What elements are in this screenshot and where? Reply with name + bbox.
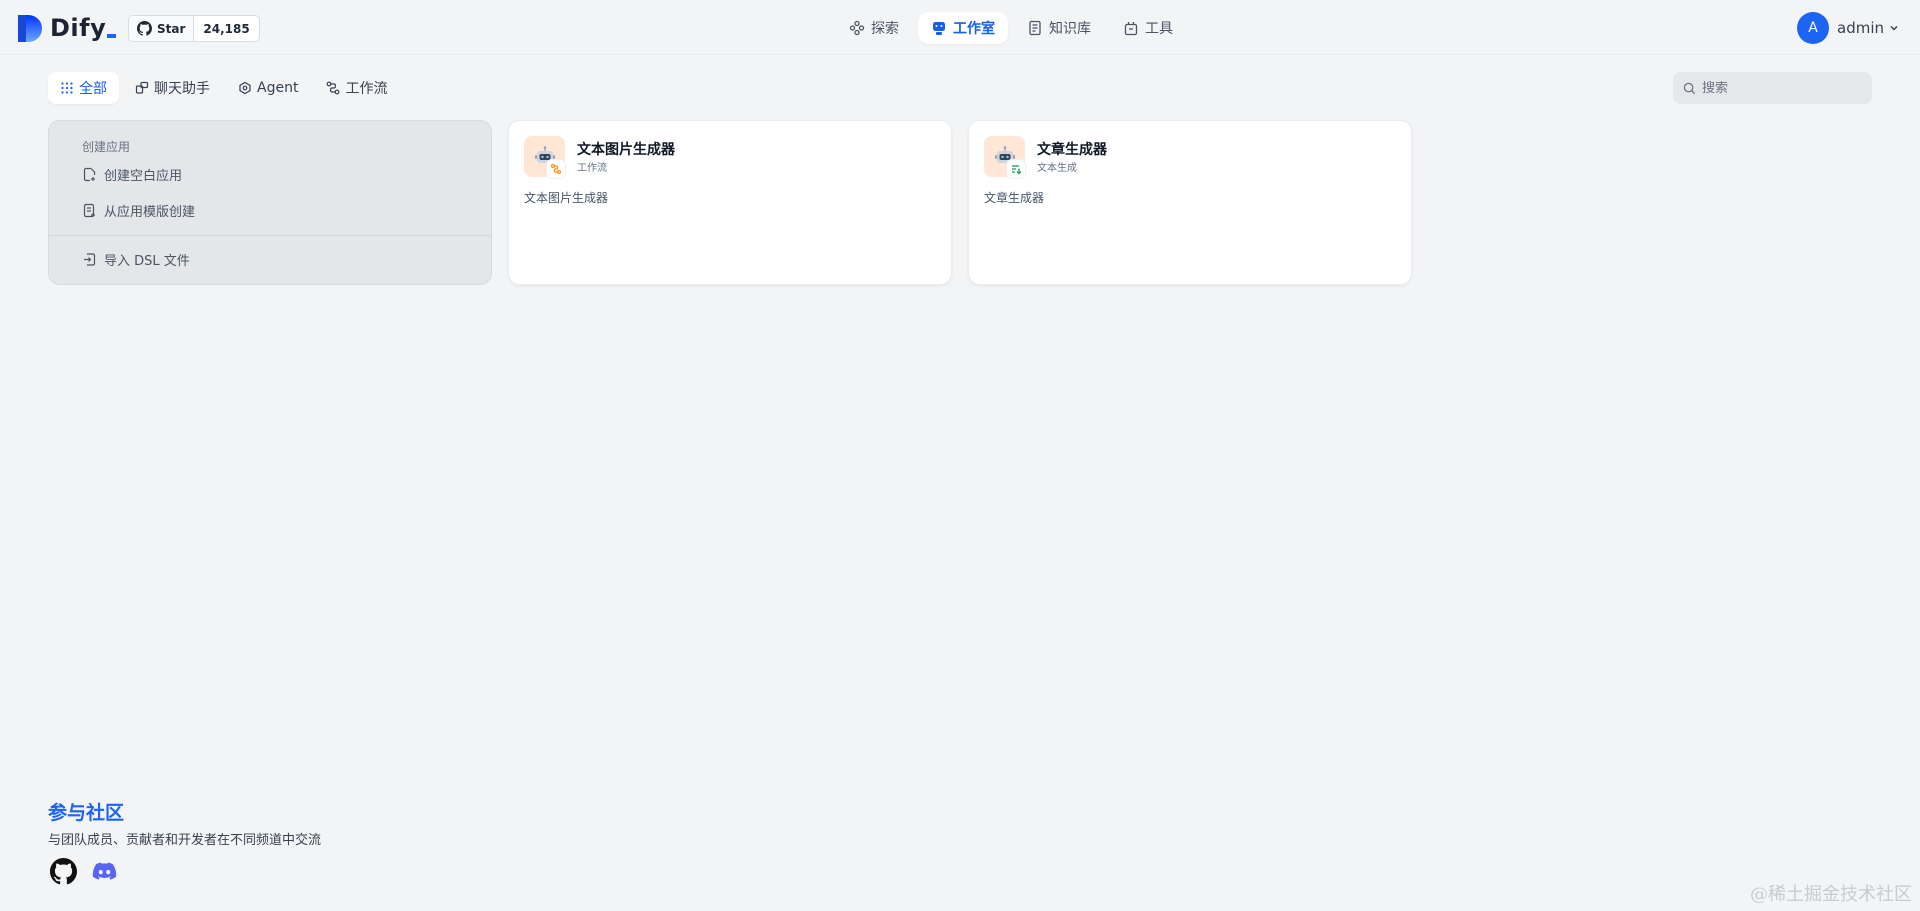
github-star-count[interactable]: 24,185 [194, 16, 258, 41]
discord-icon [92, 862, 117, 880]
blank-file-add-icon [83, 167, 96, 182]
nav-tools[interactable]: 工具 [1110, 12, 1186, 44]
app-type: 文本生成 [1037, 163, 1077, 174]
community-section: 参与社区 与团队成员、贡献者和开发者在不同频道中交流 [48, 798, 321, 848]
dify-logo-icon [18, 14, 42, 42]
tab-workflow[interactable]: 工作流 [314, 72, 399, 104]
app-name: 文本图片生成器 [577, 142, 675, 158]
tools-bag-icon [1124, 22, 1138, 36]
github-icon [50, 858, 77, 885]
community-title: 参与社区 [48, 802, 125, 824]
search-box[interactable] [1673, 72, 1872, 104]
github-star-label: Star [157, 21, 186, 36]
discord-link[interactable] [91, 858, 118, 885]
tab-all[interactable]: 全部 [48, 72, 119, 104]
create-card-divider [49, 235, 491, 236]
import-file-icon [84, 253, 96, 266]
top-header: Dify Star 24,185 探索 工作室 知识库 工具 A admin [0, 0, 1920, 55]
tab-all-label: 全部 [79, 81, 107, 97]
app-type: 工作流 [577, 163, 607, 174]
studio-robot-icon [933, 22, 945, 35]
knowledge-book-icon [1029, 20, 1041, 36]
import-dsl-label: 导入 DSL 文件 [104, 254, 190, 269]
user-menu[interactable]: A admin [1797, 12, 1900, 44]
tab-agent-label: Agent [257, 80, 299, 96]
create-app-title: 创建应用 [82, 140, 131, 154]
main-nav: 探索 工作室 知识库 工具 [836, 12, 1186, 44]
app-type-tabs: 全部 聊天助手 Agent 工作流 [48, 72, 399, 104]
github-icon [137, 21, 152, 36]
text-generation-badge-icon [1012, 165, 1022, 175]
tab-agent[interactable]: Agent [226, 72, 310, 104]
app-description: 文本图片生成器 [524, 191, 609, 205]
create-from-template-label: 从应用模版创建 [104, 205, 196, 220]
app-description: 文章生成器 [984, 191, 1045, 205]
chat-assistant-icon [135, 81, 149, 94]
logo-text: Dify [50, 14, 117, 42]
app-card-article-generator[interactable]: 文章生成器 文本生成 文章生成器 [968, 120, 1412, 285]
app-type-badge [1007, 160, 1025, 178]
watermark: @稀土掘金技术社区 [1750, 884, 1912, 905]
nav-tools-label: 工具 [1145, 21, 1173, 37]
search-icon [1683, 82, 1696, 94]
workflow-icon [327, 81, 340, 95]
create-app-card: 创建应用 创建空白应用 从应用模版创建 导入 DSL 文件 [48, 120, 492, 285]
nav-studio-label: 工作室 [953, 21, 995, 37]
grid-dots-icon [61, 82, 73, 94]
create-blank-app-button[interactable]: 创建空白应用 [82, 165, 182, 184]
dify-logo[interactable]: Dify [18, 14, 117, 42]
create-from-template-button[interactable]: 从应用模版创建 [82, 201, 195, 220]
search-input[interactable] [1702, 80, 1862, 96]
agent-icon [239, 81, 251, 95]
avatar[interactable]: A [1797, 12, 1829, 44]
explore-icon [849, 20, 865, 36]
community-links [50, 858, 118, 885]
tab-chat-assistant[interactable]: 聊天助手 [123, 72, 222, 104]
community-description: 与团队成员、贡献者和开发者在不同频道中交流 [48, 833, 322, 848]
app-name: 文章生成器 [1037, 142, 1107, 158]
template-file-icon [83, 203, 95, 218]
tab-chat-assistant-label: 聊天助手 [154, 81, 210, 97]
create-blank-app-label: 创建空白应用 [104, 169, 183, 184]
nav-explore-label: 探索 [871, 21, 899, 37]
github-link[interactable] [50, 858, 77, 885]
github-star-button[interactable]: Star 24,185 [128, 15, 260, 42]
app-card-text-image-generator[interactable]: 文本图片生成器 工作流 文本图片生成器 [508, 120, 952, 285]
chevron-down-icon [1890, 25, 1898, 31]
import-dsl-button[interactable]: 导入 DSL 文件 [82, 250, 190, 269]
workflow-badge-icon [551, 164, 561, 174]
github-star-label-area[interactable]: Star [129, 16, 195, 41]
user-name: admin [1837, 19, 1884, 37]
tab-workflow-label: 工作流 [345, 81, 388, 97]
nav-explore[interactable]: 探索 [836, 12, 912, 44]
app-type-badge [547, 160, 565, 178]
nav-knowledge[interactable]: 知识库 [1014, 12, 1104, 44]
nav-knowledge-label: 知识库 [1049, 21, 1091, 37]
nav-studio[interactable]: 工作室 [918, 12, 1008, 44]
